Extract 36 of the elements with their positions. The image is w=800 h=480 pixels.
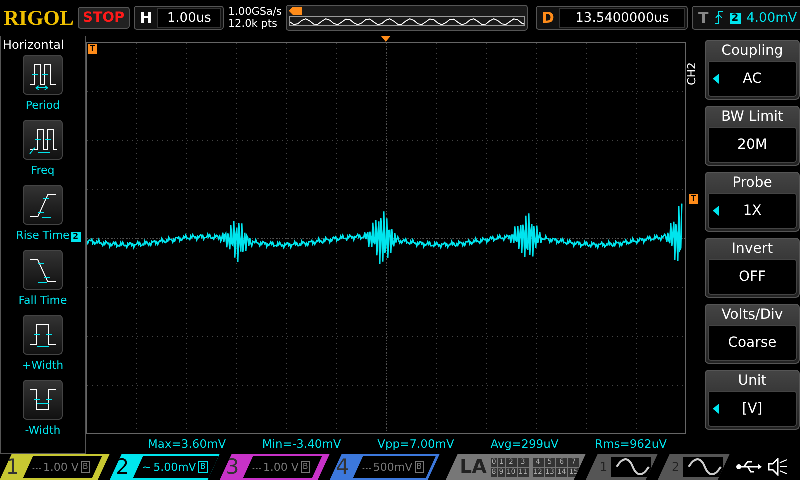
channel-menu-item[interactable]: Coupling AC (705, 40, 800, 100)
measurement-value: Vpp=7.00mV (378, 437, 454, 451)
channel-menu-item[interactable]: Unit [V] (705, 370, 800, 430)
measurement-value: Max=3.60mV (148, 437, 226, 451)
channel-offset-marker: 2 (71, 232, 81, 242)
run-state-button[interactable]: STOP (78, 7, 130, 29)
channel-menu-item[interactable]: BW Limit 20M (705, 106, 800, 166)
trigger-field[interactable]: T 2 4.00mV (692, 6, 800, 30)
channel-menu-item[interactable]: Invert OFF (705, 238, 800, 298)
timebase-field[interactable]: H 1.00us (134, 6, 224, 30)
measure-menu-item[interactable]: Rise Time (16, 185, 70, 247)
position-marker-icon (289, 7, 303, 15)
memory-depth: 12.0k pts (228, 18, 278, 30)
trigger-level-marker: T (689, 194, 698, 204)
delay-field[interactable]: D 13.5400000us (536, 6, 688, 30)
waveform-overview-icon (289, 16, 525, 26)
channel-tab[interactable]: 1 ⎓ 1.00 V B (0, 454, 110, 480)
menu-title: Horizontal (2, 38, 64, 52)
measurement-value: Rms=962uV (595, 437, 667, 451)
sample-rate: 1.00GSa/s (228, 6, 282, 18)
usb-icon (736, 460, 762, 474)
sine-wave-icon (682, 457, 723, 477)
channel-menu-item[interactable]: Probe 1X (705, 172, 800, 232)
rising-edge-icon (714, 11, 724, 25)
trigger-source: 2 (730, 12, 741, 24)
brand-logo: RIGOL (4, 6, 74, 30)
measurement-value: Min=-3.40mV (262, 437, 342, 451)
channel-tab[interactable]: 3 ⎓ 1.00 V B (220, 454, 330, 480)
trigger-position-marker: T (88, 44, 98, 54)
trigger-level: 4.00mV (746, 10, 798, 26)
channel-tab[interactable]: 4 ⎓ 500mV B (330, 454, 440, 480)
measurement-value: Avg=299uV (490, 437, 559, 451)
sine-wave-icon (610, 457, 651, 477)
horizontal-position-marker-icon (381, 36, 391, 42)
channel-label: CH2 (686, 62, 698, 86)
channel-menu-item[interactable]: Volts/Div Coarse (705, 304, 800, 364)
